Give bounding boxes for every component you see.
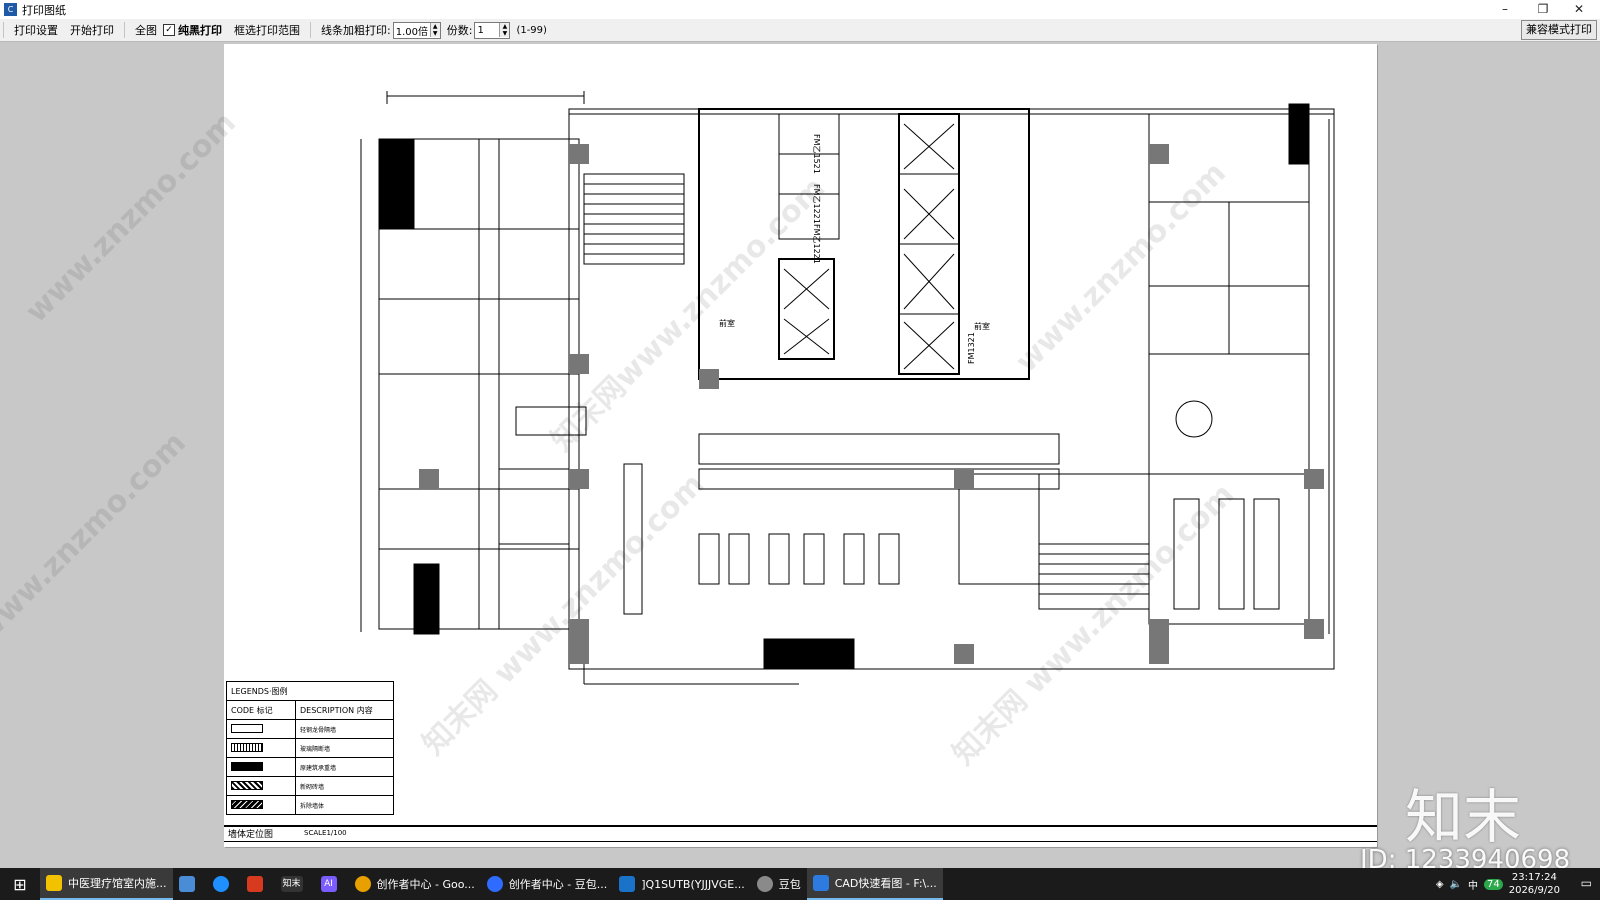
print-settings-button[interactable]: 打印设置 xyxy=(8,22,64,38)
taskbar: ⊞ 中医理疗馆室内施... 知末 AI 创作者中心 - Goo... 创作者中心… xyxy=(0,868,1600,900)
toolbar-divider xyxy=(310,22,311,38)
taskbar-item[interactable]: 创作者中心 - Goo... xyxy=(349,868,481,900)
taskbar-item[interactable]: AI xyxy=(315,868,349,900)
line-bold-input[interactable] xyxy=(393,23,430,37)
photoshop-icon xyxy=(619,876,636,892)
legend-desc: 新砌砖墙 xyxy=(295,776,394,796)
cad-icon xyxy=(812,875,829,891)
doubao-icon xyxy=(756,876,773,892)
volume-icon[interactable]: 🔈 xyxy=(1450,879,1462,890)
windows-start-icon[interactable]: ⊞ xyxy=(0,875,40,894)
legend-desc: 玻璃隔断墙 xyxy=(295,738,394,758)
taskbar-item[interactable] xyxy=(207,868,241,900)
title-bar: C 打印图纸 – ❐ ✕ xyxy=(0,0,1600,19)
ime-indicator[interactable]: 中 xyxy=(1468,877,1478,892)
watermark: www.znzmo.com xyxy=(0,425,193,650)
minimize-button[interactable]: – xyxy=(1488,0,1522,19)
clock[interactable]: 23:17:24 2026/9/20 xyxy=(1509,871,1560,897)
copies-input[interactable] xyxy=(475,23,500,37)
plan-door-label: FM乙1221 xyxy=(812,184,821,224)
full-view-button[interactable]: 全图 xyxy=(129,22,163,38)
taskbar-item[interactable]: ]Q1SUTB(YJJJVGE... xyxy=(613,868,750,900)
line-bold-stepper[interactable]: ▲▼ xyxy=(392,21,441,39)
copies-label: 份数: xyxy=(446,24,473,37)
stepper-arrows-icon[interactable]: ▲ ▼ xyxy=(499,23,510,37)
plan-door-label: FM乙1221 xyxy=(812,224,821,264)
network-icon[interactable]: ◈ xyxy=(1436,879,1444,890)
print-preview-paper: FM乙1521 FM乙1221 FM乙1221 FM1321 前室 前室 LEG… xyxy=(224,44,1377,847)
title-block-line xyxy=(224,825,1377,827)
legend-swatch xyxy=(226,795,296,815)
taskbar-item[interactable]: 豆包 xyxy=(751,868,807,900)
watermark: www.znzmo.com xyxy=(18,105,243,330)
drawing-scale: SCALE1/100 xyxy=(304,829,347,837)
brand-logo: 知末 xyxy=(1405,783,1522,851)
stepper-arrows-icon[interactable]: ▲ ▼ xyxy=(429,23,440,37)
print-toolbar: 打印设置 开始打印 全图 ✓ 纯黑打印 框选打印范围 线条加粗打印: ▲▼ 份数… xyxy=(0,19,1600,42)
close-button[interactable]: ✕ xyxy=(1562,0,1596,19)
notification-icon[interactable]: ▭ xyxy=(1581,876,1592,890)
plan-room-label: 前室 xyxy=(719,318,735,328)
drawing-name: 墙体定位图 xyxy=(228,830,274,840)
window-title: 打印图纸 xyxy=(22,3,66,17)
taskbar-item[interactable]: 知末 xyxy=(275,868,315,900)
copies-range: (1-99) xyxy=(516,24,547,36)
taskbar-item[interactable] xyxy=(173,868,207,900)
folder-icon xyxy=(46,875,62,891)
taskbar-item[interactable]: CAD快速看图 - F:\... xyxy=(806,868,943,900)
notification-badge[interactable]: 74 xyxy=(1483,878,1503,890)
legend-desc: 原建筑承重墙 xyxy=(295,757,394,777)
system-tray: ◈ 🔈 中 74 23:17:24 2026/9/20 xyxy=(1436,868,1560,900)
plan-door-label: FM1321 xyxy=(967,332,976,364)
floor-plan-drawing: FM乙1521 FM乙1221 FM乙1221 FM1321 前室 前室 xyxy=(360,91,1335,685)
copies-stepper[interactable]: ▲▼ xyxy=(474,21,511,39)
legend-title: LEGENDS·图例 xyxy=(226,681,394,701)
select-range-button[interactable]: 框选打印范围 xyxy=(228,22,306,38)
pure-black-label[interactable]: 纯黑打印 xyxy=(178,22,228,38)
legend-swatch xyxy=(226,738,296,758)
taskbar-item[interactable]: 创作者中心 - 豆包... xyxy=(481,868,613,900)
edge-icon xyxy=(486,876,503,892)
ai-icon: AI xyxy=(320,876,337,892)
legend-desc: 轻钢龙骨隔墙 xyxy=(295,719,394,739)
znzmo-icon: 知末 xyxy=(280,876,303,892)
legend-code-header: CODE 标记 xyxy=(226,700,296,720)
start-print-button[interactable]: 开始打印 xyxy=(64,22,120,38)
chrome-icon xyxy=(354,876,371,892)
calculator-icon xyxy=(178,876,195,892)
taskbar-item[interactable] xyxy=(241,868,275,900)
legend-swatch xyxy=(226,757,296,777)
toolbar-grip xyxy=(3,22,4,38)
taskbar-item[interactable]: 中医理疗馆室内施... xyxy=(40,868,173,900)
plan-room-label: 前室 xyxy=(974,321,990,331)
app-icon xyxy=(246,876,263,892)
plan-door-label: FM乙1521 xyxy=(812,134,821,174)
legend-swatch xyxy=(226,719,296,739)
restore-button[interactable]: ❐ xyxy=(1526,0,1560,19)
app-icon: C xyxy=(4,3,17,16)
legend-desc-header: DESCRIPTION 内容 xyxy=(295,700,394,720)
toolbar-divider xyxy=(124,22,125,38)
pure-black-checkbox[interactable]: ✓ xyxy=(163,24,175,36)
title-block-line xyxy=(224,841,1377,842)
legend-desc: 拆除墙体 xyxy=(295,795,394,815)
compat-print-button[interactable]: 兼容模式打印 xyxy=(1521,20,1597,40)
line-bold-label: 线条加粗打印: xyxy=(321,24,391,37)
legend-table: LEGENDS·图例 CODE 标记 DESCRIPTION 内容 轻钢龙骨隔墙… xyxy=(226,681,394,815)
browser-icon xyxy=(212,876,229,892)
legend-swatch xyxy=(226,776,296,796)
